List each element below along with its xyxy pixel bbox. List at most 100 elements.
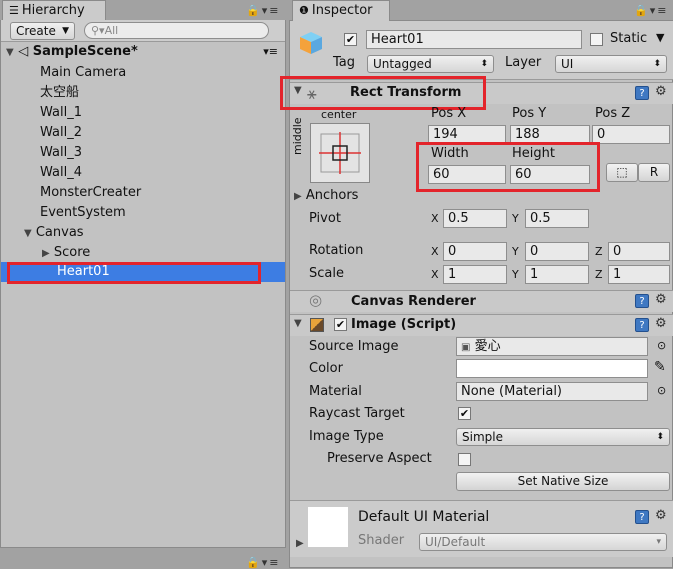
rotation-label: Rotation	[309, 243, 364, 258]
color-label: Color	[309, 361, 343, 376]
highlight-box-rect-transform	[280, 76, 486, 110]
gear-icon[interactable]: ⚙	[655, 292, 667, 307]
help-book-icon[interactable]: ?	[635, 294, 649, 308]
color-swatch[interactable]	[456, 359, 648, 378]
tab-inspector[interactable]: ❶ Inspector	[292, 0, 390, 21]
axis-z-label: Z	[595, 245, 603, 258]
blueprint-mode-button[interactable]: ⬚	[606, 163, 638, 182]
static-dropdown-arrow[interactable]: ▼	[656, 31, 664, 44]
material-field[interactable]: None (Material)	[456, 382, 648, 401]
chevron-down-icon: ▾	[656, 537, 661, 547]
updown-icon: ⬍	[656, 432, 664, 442]
pos-y-label: Pos Y	[512, 106, 547, 121]
raycast-target-label: Raycast Target	[309, 406, 405, 421]
axis-z-label: Z	[595, 268, 603, 281]
anchor-preset-button[interactable]	[310, 123, 370, 183]
scale-z-field[interactable]: 1	[608, 265, 670, 284]
list-item[interactable]: Wall_3	[40, 143, 82, 163]
pivot-x-field[interactable]: 0.5	[443, 209, 507, 228]
scene-header[interactable]: ▼ ◁ SampleScene* ▾≡	[6, 42, 284, 62]
list-item[interactable]: EventSystem	[40, 203, 126, 223]
scale-label: Scale	[309, 266, 344, 281]
raycast-target-checkbox[interactable]: ✔	[458, 407, 471, 420]
image-type-dropdown[interactable]: Simple ⬍	[456, 428, 670, 446]
search-input[interactable]: ⚲▾All	[84, 22, 269, 39]
updown-icon: ⬍	[653, 59, 661, 69]
bottom-lock-icon: 🔒▾≡	[246, 556, 281, 569]
updown-icon: ⬍	[480, 59, 488, 69]
pos-x-label: Pos X	[431, 106, 467, 121]
anchor-preset-side-label: middle	[291, 117, 304, 155]
create-dropdown[interactable]: Create ▼	[10, 22, 75, 40]
anchors-foldout[interactable]: ▶ Anchors	[294, 188, 358, 203]
list-item[interactable]: Wall_2	[40, 123, 82, 143]
gear-icon[interactable]: ⚙	[655, 84, 667, 99]
gear-icon[interactable]: ⚙	[655, 508, 667, 523]
preserve-aspect-checkbox[interactable]	[458, 453, 471, 466]
scale-y-field[interactable]: 1	[525, 265, 589, 284]
material-label: Material	[309, 384, 362, 399]
chevron-right-icon: ▶	[42, 248, 50, 259]
tag-dropdown[interactable]: Untagged ⬍	[367, 55, 494, 73]
set-native-size-button[interactable]: Set Native Size	[456, 472, 670, 491]
active-checkbox[interactable]: ✔	[344, 33, 357, 46]
highlight-box-size	[416, 142, 600, 192]
raw-edit-button[interactable]: R	[638, 163, 670, 182]
foldout-arrow-icon[interactable]: ▼	[294, 318, 302, 329]
source-image-label: Source Image	[309, 339, 399, 354]
axis-y-label: Y	[512, 245, 519, 258]
image-component-icon	[310, 318, 324, 332]
list-item[interactable]: 太空船	[40, 83, 79, 103]
list-item[interactable]: Wall_4	[40, 163, 82, 183]
static-checkbox[interactable]	[590, 33, 603, 46]
sprite-icon: ▣	[461, 342, 471, 353]
anchor-preset-top-label: center	[321, 108, 357, 121]
lock-menu-icon[interactable]: 🔒▾≡	[246, 4, 280, 17]
gear-icon[interactable]: ⚙	[655, 316, 667, 331]
pos-z-field[interactable]: 0	[592, 125, 670, 144]
list-item-canvas[interactable]: ▼ Canvas	[24, 223, 84, 243]
material-name: Default UI Material	[358, 509, 490, 525]
image-enabled-checkbox[interactable]: ✔	[334, 318, 347, 331]
help-book-icon[interactable]: ?	[635, 510, 649, 524]
lock-menu-icon[interactable]: 🔒▾≡	[634, 4, 668, 17]
image-script-header[interactable]	[290, 314, 673, 336]
list-item[interactable]: MonsterCreater	[40, 183, 141, 203]
chevron-down-icon: ▼	[6, 47, 14, 58]
gameobject-cube-icon	[298, 30, 324, 56]
scene-menu-icon[interactable]: ▾≡	[263, 42, 278, 62]
help-book-icon[interactable]: ?	[635, 318, 649, 332]
rotation-y-field[interactable]: 0	[525, 242, 589, 261]
list-item[interactable]: Main Camera	[40, 63, 126, 83]
source-image-field[interactable]: ▣ 愛心	[456, 337, 648, 356]
canvas-renderer-header[interactable]	[290, 290, 673, 312]
pivot-label: Pivot	[309, 211, 341, 226]
tab-hierarchy[interactable]: ☰ Hierarchy	[2, 0, 106, 21]
info-icon: ❶	[299, 4, 309, 17]
eyedropper-icon[interactable]: ✎	[654, 359, 666, 375]
help-book-icon[interactable]: ?	[635, 86, 649, 100]
object-picker-icon[interactable]: ⊙	[657, 384, 666, 397]
shader-dropdown[interactable]: UI/Default ▾	[419, 533, 667, 551]
layer-dropdown[interactable]: UI ⬍	[555, 55, 667, 73]
foldout-arrow-icon[interactable]: ▶	[296, 538, 304, 549]
canvas-renderer-title: Canvas Renderer	[351, 294, 476, 309]
list-item-score[interactable]: ▶ Score	[42, 243, 90, 263]
chevron-down-icon: ▼	[24, 228, 32, 239]
rotation-x-field[interactable]: 0	[443, 242, 507, 261]
list-item[interactable]: Wall_1	[40, 103, 82, 123]
object-name-field[interactable]: Heart01	[366, 30, 582, 49]
object-picker-icon[interactable]: ⊙	[657, 339, 666, 352]
canvas-renderer-icon: ◎	[309, 291, 323, 309]
axis-x-label: X	[431, 245, 439, 258]
pivot-y-field[interactable]: 0.5	[525, 209, 589, 228]
search-icon: ⚲▾	[91, 24, 105, 37]
layer-label: Layer	[505, 55, 542, 70]
chevron-down-icon: ▼	[62, 26, 69, 36]
scale-x-field[interactable]: 1	[443, 265, 507, 284]
preserve-aspect-label: Preserve Aspect	[327, 451, 432, 466]
static-label: Static	[610, 31, 648, 46]
rotation-z-field[interactable]: 0	[608, 242, 670, 261]
tag-label: Tag	[333, 55, 356, 70]
material-thumbnail	[308, 507, 348, 547]
